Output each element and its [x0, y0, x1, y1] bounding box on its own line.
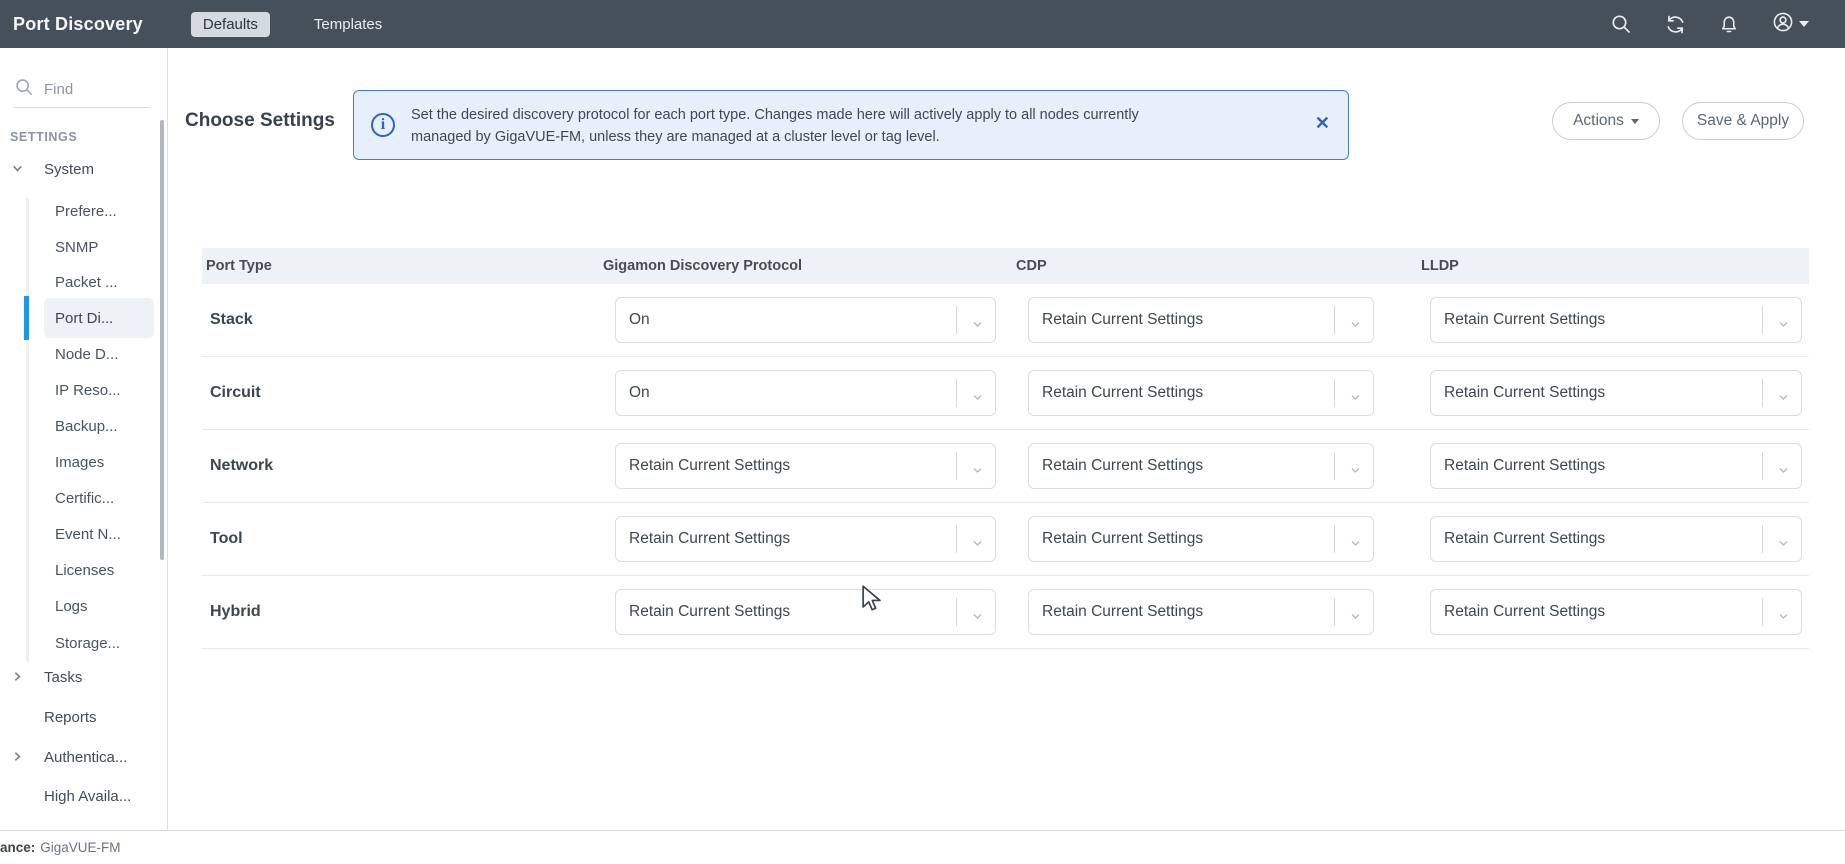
info-alert: i Set the desired discovery protocol for… [353, 90, 1349, 160]
find-input[interactable] [44, 81, 144, 98]
table-row-network: Network Retain Current Settings Retain C… [202, 430, 1809, 503]
port-settings-table: Port Type Gigamon Discovery Protocol CDP… [202, 248, 1809, 649]
sidebar-item-node-details[interactable]: Node D... [55, 339, 118, 369]
topbar-icons [1609, 10, 1809, 39]
table-row-tool: Tool Retain Current Settings Retain Curr… [202, 503, 1809, 576]
header-gdp: Gigamon Discovery Protocol [603, 248, 802, 284]
chevron-down-icon [972, 608, 983, 626]
chevron-down-icon [1778, 608, 1789, 626]
cdp-select-circuit[interactable]: Retain Current Settings [1028, 370, 1374, 416]
sidebar-item-port-discovery[interactable]: Port Di... [55, 303, 113, 333]
sidebar-item-storage[interactable]: Storage... [55, 628, 120, 658]
lldp-select-circuit[interactable]: Retain Current Settings [1430, 370, 1802, 416]
alert-message: Set the desired discovery protocol for e… [411, 104, 1151, 148]
header-port-type: Port Type [206, 248, 272, 284]
port-type-label: Circuit [210, 357, 261, 429]
actions-caret-icon [1631, 119, 1639, 124]
instance-footer: ance: GigaVUE-FM [0, 830, 1845, 864]
tab-defaults[interactable]: Defaults [191, 12, 270, 37]
chevron-down-icon [972, 316, 983, 334]
sidebar-item-licenses[interactable]: Licenses [55, 555, 114, 585]
gdp-select-hybrid[interactable]: Retain Current Settings [615, 589, 996, 635]
top-tabs: Defaults Templates [191, 12, 394, 37]
notifications-icon[interactable] [1717, 12, 1741, 36]
lldp-select-hybrid[interactable]: Retain Current Settings [1430, 589, 1802, 635]
chevron-down-icon [1778, 535, 1789, 553]
sidebar-item-packet[interactable]: Packet ... [55, 267, 118, 297]
chevron-down-icon [972, 535, 983, 553]
chevron-down-icon [1778, 462, 1789, 480]
sidebar-item-system[interactable]: System [0, 154, 168, 184]
chevron-down-icon [972, 389, 983, 407]
cdp-select-stack[interactable]: Retain Current Settings [1028, 297, 1374, 343]
chevron-down-icon [1350, 535, 1361, 553]
page-title: Choose Settings [185, 110, 335, 132]
sidebar-item-tasks[interactable]: Tasks [0, 662, 168, 692]
close-icon[interactable]: ✕ [1315, 113, 1330, 134]
header-lldp: LLDP [1421, 248, 1459, 284]
find-search-icon [14, 77, 34, 102]
chevron-down-icon [1778, 389, 1789, 407]
sidebar-item-logs[interactable]: Logs [55, 591, 88, 621]
chevron-down-icon [1350, 608, 1361, 626]
chevron-down-icon [1350, 462, 1361, 480]
chevron-right-icon [11, 750, 24, 767]
instance-label: ance: [0, 840, 35, 855]
app-title: Port Discovery [13, 14, 143, 35]
header-cdp: CDP [1016, 248, 1047, 284]
actions-button[interactable]: Actions [1552, 102, 1660, 140]
search-icon[interactable] [1609, 12, 1633, 36]
sidebar-item-preferences[interactable]: Prefere... [55, 196, 117, 226]
cdp-select-network[interactable]: Retain Current Settings [1028, 443, 1374, 489]
info-icon: i [371, 113, 395, 137]
top-bar: Port Discovery Defaults Templates [0, 0, 1845, 48]
lldp-select-network[interactable]: Retain Current Settings [1430, 443, 1802, 489]
refresh-icon[interactable] [1663, 12, 1687, 36]
port-type-label: Hybrid [210, 576, 261, 648]
gdp-select-circuit[interactable]: On [615, 370, 996, 416]
sidebar-item-ip-resolver[interactable]: IP Reso... [55, 375, 121, 405]
account-menu[interactable] [1771, 10, 1809, 39]
chevron-down-icon [1778, 316, 1789, 334]
chevron-down-icon [972, 462, 983, 480]
sidebar-item-snmp[interactable]: SNMP [55, 232, 98, 262]
gdp-select-stack[interactable]: On [615, 297, 996, 343]
account-icon [1771, 10, 1795, 39]
settings-section-label: SETTINGS [10, 130, 77, 144]
lldp-select-stack[interactable]: Retain Current Settings [1430, 297, 1802, 343]
instance-value: GigaVUE-FM [40, 840, 120, 855]
save-apply-button[interactable]: Save & Apply [1682, 102, 1804, 140]
table-header-row: Port Type Gigamon Discovery Protocol CDP… [202, 248, 1809, 284]
chevron-down-icon [11, 162, 24, 179]
lldp-select-tool[interactable]: Retain Current Settings [1430, 516, 1802, 562]
selected-item-accent-bar [24, 296, 29, 340]
chevron-right-icon [11, 670, 24, 687]
port-type-label: Tool [210, 503, 243, 575]
table-row-stack: Stack On Retain Current Settings Retain … [202, 284, 1809, 357]
sidebar-scrollbar[interactable] [160, 120, 164, 560]
find-row [14, 72, 150, 108]
main-content: Choose Settings i Set the desired discov… [168, 48, 1845, 830]
sidebar-item-authentication[interactable]: Authentica... [0, 742, 168, 772]
table-row-hybrid: Hybrid Retain Current Settings Retain Cu… [202, 576, 1809, 649]
sidebar-item-certificates[interactable]: Certific... [55, 483, 114, 513]
sidebar-item-backup[interactable]: Backup... [55, 411, 118, 441]
chevron-down-icon [1350, 316, 1361, 334]
tree-guide-line [26, 198, 29, 662]
settings-sidebar: SETTINGS System Prefere... SNMP Packet .… [0, 48, 168, 830]
port-type-label: Stack [210, 284, 253, 356]
cdp-select-tool[interactable]: Retain Current Settings [1028, 516, 1374, 562]
sidebar-item-reports[interactable]: Reports [0, 702, 168, 732]
table-row-circuit: Circuit On Retain Current Settings Retai… [202, 357, 1809, 430]
cdp-select-hybrid[interactable]: Retain Current Settings [1028, 589, 1374, 635]
sidebar-item-high-availability[interactable]: High Availa... [0, 781, 168, 811]
port-type-label: Network [210, 430, 273, 502]
sidebar-item-event-notifications[interactable]: Event N... [55, 519, 121, 549]
sidebar-item-images[interactable]: Images [55, 447, 104, 477]
gdp-select-tool[interactable]: Retain Current Settings [615, 516, 996, 562]
tab-templates[interactable]: Templates [302, 12, 394, 37]
gdp-select-network[interactable]: Retain Current Settings [615, 443, 996, 489]
account-caret-icon [1799, 21, 1809, 27]
chevron-down-icon [1350, 389, 1361, 407]
